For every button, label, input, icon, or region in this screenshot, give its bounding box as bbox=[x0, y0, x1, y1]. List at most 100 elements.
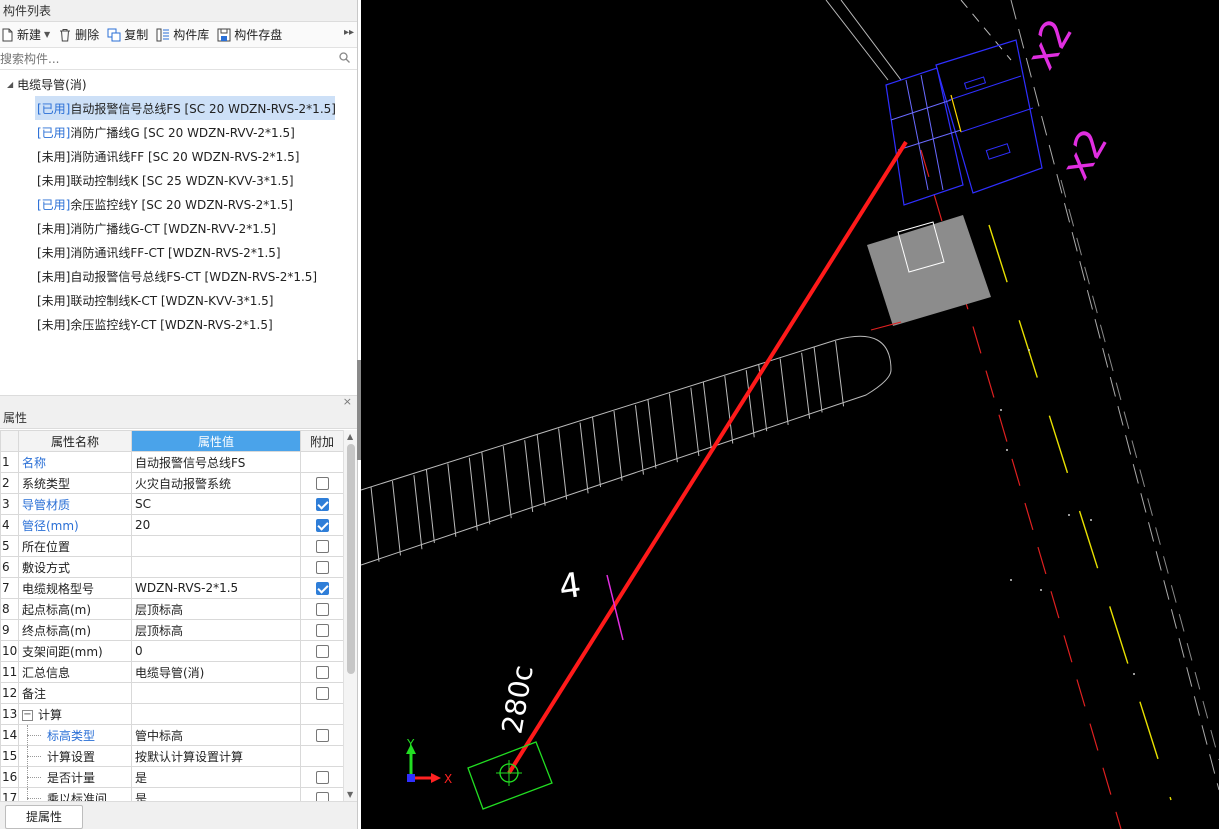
property-value[interactable]: 自动报警信号总线FS bbox=[131, 451, 301, 473]
extra-checkbox[interactable] bbox=[315, 666, 329, 679]
property-value[interactable]: 管中标高 bbox=[131, 724, 301, 746]
extra-checkbox[interactable] bbox=[315, 498, 329, 511]
property-value[interactable]: SC bbox=[131, 493, 301, 515]
property-row[interactable]: 12 备注 bbox=[0, 682, 344, 704]
property-value[interactable]: 0 bbox=[131, 640, 301, 662]
row-number: 7 bbox=[0, 577, 19, 599]
property-row[interactable]: 1 名称 自动报警信号总线FS bbox=[0, 451, 344, 473]
property-name: − 计算 bbox=[18, 703, 132, 725]
header-prop-value[interactable]: 属性值 bbox=[131, 430, 301, 452]
search-input[interactable] bbox=[0, 48, 357, 69]
save-component-button[interactable]: 构件存盘 bbox=[217, 24, 286, 46]
property-name-text: 起点标高(m) bbox=[22, 602, 92, 617]
search-icon[interactable] bbox=[339, 52, 350, 63]
scroll-thumb[interactable] bbox=[347, 444, 355, 674]
cad-drawing[interactable]: x2 x2 4 280c Y X bbox=[361, 0, 1219, 829]
property-value[interactable]: 按默认计算设置计算 bbox=[131, 745, 301, 767]
property-name-text: 电缆规格型号 bbox=[22, 581, 95, 596]
drawing-canvas[interactable]: x2 x2 4 280c Y X bbox=[361, 0, 1219, 829]
property-row[interactable]: 9 终点标高(m) 层顶标高 bbox=[0, 619, 344, 641]
delete-button[interactable]: 删除 bbox=[58, 24, 103, 46]
endpoint-marker[interactable] bbox=[467, 741, 553, 810]
extra-checkbox[interactable] bbox=[315, 687, 329, 700]
extra-checkbox[interactable] bbox=[315, 519, 329, 532]
tree-item[interactable]: [未用] 自动报警信号总线FS-CT [WDZN-RVS-2*1.5] bbox=[35, 264, 357, 288]
extra-checkbox[interactable] bbox=[315, 582, 329, 595]
component-search bbox=[0, 48, 357, 70]
property-row[interactable]: 8 起点标高(m) 层顶标高 bbox=[0, 598, 344, 620]
tray-rung bbox=[813, 346, 823, 413]
library-button[interactable]: 构件库 bbox=[156, 24, 213, 46]
tree-root-label: 电缆导管(消) bbox=[17, 77, 87, 92]
extra-checkbox[interactable] bbox=[315, 624, 329, 637]
copy-button[interactable]: 复制 bbox=[107, 24, 152, 46]
scroll-down-icon[interactable]: ▼ bbox=[347, 790, 353, 799]
property-row[interactable]: 14 标高类型 管中标高 bbox=[0, 724, 344, 746]
extra-checkbox[interactable] bbox=[315, 729, 329, 742]
tree-item[interactable]: [未用] 联动控制线K-CT [WDZN-KVV-3*1.5] bbox=[35, 288, 357, 312]
tree-item[interactable]: [未用] 联动控制线K [SC 25 WDZN-KVV-3*1.5] bbox=[35, 168, 357, 192]
magenta-tick bbox=[606, 574, 624, 641]
label-x2-top: x2 bbox=[1018, 11, 1082, 77]
extra-checkbox[interactable] bbox=[315, 603, 329, 616]
property-row[interactable]: 15 计算设置 按默认计算设置计算 bbox=[0, 745, 344, 767]
properties-scrollbar[interactable]: ▲ ▼ bbox=[343, 430, 357, 801]
extra-checkbox[interactable] bbox=[315, 645, 329, 658]
property-value[interactable]: 20 bbox=[131, 514, 301, 536]
tray-rung bbox=[558, 428, 568, 500]
tree-item[interactable]: [已用] 消防广播线G [SC 20 WDZN-RVV-2*1.5] bbox=[35, 120, 357, 144]
grey-equipment-block[interactable] bbox=[867, 215, 991, 326]
red-conduit-pipe[interactable] bbox=[507, 140, 908, 775]
scroll-up-icon[interactable]: ▲ bbox=[347, 432, 353, 441]
library-label: 构件库 bbox=[173, 28, 210, 42]
property-row[interactable]: 5 所在位置 bbox=[0, 535, 344, 557]
property-row[interactable]: 16 是否计量 是 bbox=[0, 766, 344, 788]
tree-item-label: 联动控制线K [SC 25 WDZN-KVV-3*1.5] bbox=[70, 173, 294, 188]
property-value[interactable] bbox=[131, 703, 301, 725]
property-row[interactable]: 2 系统类型 火灾自动报警系统 bbox=[0, 472, 344, 494]
panel-splitter[interactable]: × bbox=[0, 395, 357, 408]
property-row[interactable]: 13− 计算 bbox=[0, 703, 344, 725]
tree-item[interactable]: [已用] 自动报警信号总线FS [SC 20 WDZN-RVS-2*1.5] bbox=[35, 96, 336, 120]
property-value[interactable] bbox=[131, 556, 301, 578]
property-row[interactable]: 11 汇总信息 电缆导管(消) bbox=[0, 661, 344, 683]
property-value[interactable]: WDZN-RVS-2*1.5 bbox=[131, 577, 301, 599]
header-prop-name[interactable]: 属性名称 bbox=[18, 430, 132, 452]
property-value[interactable] bbox=[131, 535, 301, 557]
property-value[interactable] bbox=[131, 682, 301, 704]
extra-checkbox[interactable] bbox=[315, 561, 329, 574]
property-row[interactable]: 6 敷设方式 bbox=[0, 556, 344, 578]
property-name-text: 名称 bbox=[22, 455, 47, 470]
extra-checkbox[interactable] bbox=[315, 771, 329, 784]
property-value[interactable]: 火灾自动报警系统 bbox=[131, 472, 301, 494]
extra-checkbox[interactable] bbox=[315, 477, 329, 490]
tree-item[interactable]: [未用] 消防通讯线FF [SC 20 WDZN-RVS-2*1.5] bbox=[35, 144, 357, 168]
cable-tray[interactable] bbox=[361, 335, 892, 566]
tree-item[interactable]: [未用] 余压监控线Y-CT [WDZN-RVS-2*1.5] bbox=[35, 312, 357, 336]
new-button[interactable]: 新建 ▼ bbox=[0, 24, 54, 46]
chevron-down-icon[interactable]: ▼ bbox=[44, 30, 50, 39]
property-extra bbox=[300, 514, 344, 536]
tree-root[interactable]: ◢ 电缆导管(消) bbox=[0, 72, 357, 96]
toolbar-overflow-icon[interactable]: ▸▸ bbox=[344, 27, 354, 38]
tree-item-label: 消防通讯线FF [SC 20 WDZN-RVS-2*1.5] bbox=[70, 149, 300, 164]
collapse-toggle-icon[interactable]: − bbox=[22, 709, 33, 721]
junction-box-symbol[interactable] bbox=[885, 39, 1043, 206]
extra-checkbox[interactable] bbox=[315, 540, 329, 553]
tree-item[interactable]: [未用] 消防广播线G-CT [WDZN-RVV-2*1.5] bbox=[35, 216, 357, 240]
property-value[interactable]: 电缆导管(消) bbox=[131, 661, 301, 683]
delete-label: 删除 bbox=[75, 28, 100, 42]
collapse-triangle-icon[interactable]: ◢ bbox=[7, 80, 13, 89]
property-row[interactable]: 4 管径(mm) 20 bbox=[0, 514, 344, 536]
property-row[interactable]: 7 电缆规格型号 WDZN-RVS-2*1.5 bbox=[0, 577, 344, 599]
header-extra[interactable]: 附加 bbox=[300, 430, 344, 452]
property-value[interactable]: 层顶标高 bbox=[131, 598, 301, 620]
property-extra bbox=[300, 724, 344, 746]
tree-item[interactable]: [已用] 余压监控线Y [SC 20 WDZN-RVS-2*1.5] bbox=[35, 192, 357, 216]
extract-properties-button[interactable]: 提属性 bbox=[5, 805, 83, 829]
property-value[interactable]: 是 bbox=[131, 766, 301, 788]
property-row[interactable]: 10 支架间距(mm) 0 bbox=[0, 640, 344, 662]
property-value[interactable]: 层顶标高 bbox=[131, 619, 301, 641]
property-row[interactable]: 3 导管材质 SC bbox=[0, 493, 344, 515]
tree-item[interactable]: [未用] 消防通讯线FF-CT [WDZN-RVS-2*1.5] bbox=[35, 240, 357, 264]
